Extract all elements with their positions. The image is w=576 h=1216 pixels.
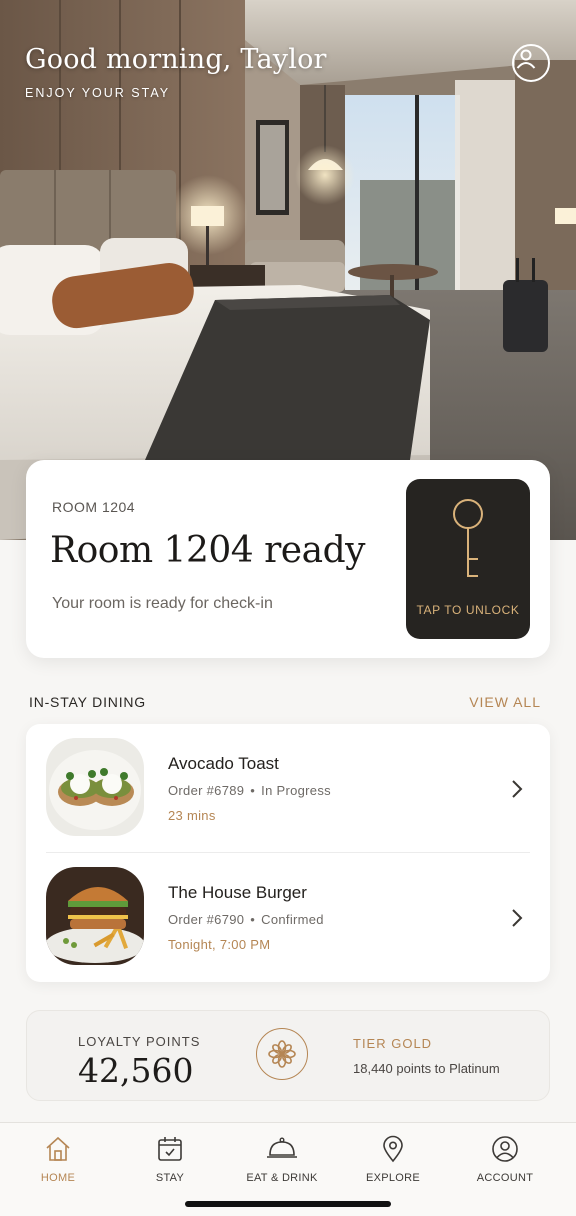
tab-account[interactable]: ACCOUNT — [450, 1135, 560, 1191]
house-burger-photo — [46, 867, 144, 965]
tier-label: TIER GOLD — [353, 1036, 433, 1051]
room-status-text: Your room is ready for check-in — [52, 595, 273, 612]
greeting-title: Good morning, Taylor — [25, 44, 327, 75]
separator-dot: • — [250, 912, 256, 927]
loyalty-points-label: LOYALTY POINTS — [78, 1034, 201, 1049]
order-status: In Progress — [261, 783, 331, 798]
order-item-name: Avocado Toast — [168, 754, 279, 773]
cloche-icon — [267, 1137, 297, 1158]
home-indicator — [185, 1201, 391, 1207]
hotel-room-illustration — [0, 0, 576, 540]
tier-progress-text: 18,440 points to Platinum — [353, 1061, 500, 1076]
order-meta: Order #6789 • In Progress — [168, 783, 331, 798]
chevron-right-icon — [512, 909, 523, 927]
view-all-link[interactable]: VIEW ALL — [469, 694, 541, 710]
user-icon — [516, 49, 536, 69]
calendar-icon — [158, 1137, 182, 1161]
key-icon — [453, 499, 483, 577]
order-row[interactable]: The House Burger Order #6790 • Confirmed T… — [26, 853, 550, 981]
loyalty-emblem — [256, 1028, 308, 1080]
room-number-label: ROOM 1204 — [52, 499, 136, 515]
tab-label: STAY — [155, 1172, 185, 1184]
avocado-toast-image — [46, 738, 144, 836]
tab-label: EXPLORE — [365, 1172, 421, 1184]
order-eta: Tonight, 7:00 PM — [168, 937, 271, 952]
user-circle-icon — [492, 1136, 518, 1162]
house-burger-image — [46, 867, 144, 965]
order-eta: 23 mins — [168, 808, 216, 823]
loyalty-card[interactable]: LOYALTY POINTS 42,560 TIER GOLD 18,440 p… — [26, 1010, 550, 1101]
dining-section-title: IN-STAY DINING — [29, 694, 146, 710]
order-item-name: The House Burger — [168, 883, 307, 902]
dining-orders-card: Avocado Toast Order #6789 • In Progress 23… — [26, 724, 550, 982]
tab-stay[interactable]: STAY — [115, 1135, 225, 1191]
tab-home[interactable]: HOME — [3, 1135, 113, 1191]
hero-image: Good morning, Taylor ENJOY YOUR STAY — [0, 0, 576, 540]
separator-dot: • — [250, 783, 256, 798]
avocado-toast-photo — [46, 738, 144, 836]
loyalty-points-value: 42,560 — [78, 1051, 194, 1090]
unlock-button-label: TAP TO UNLOCK — [416, 603, 520, 617]
tab-label: HOME — [40, 1172, 76, 1184]
flower-emblem-icon — [268, 1040, 296, 1068]
tab-eat-drink[interactable]: EAT & DRINK — [227, 1135, 337, 1191]
unlock-room-button[interactable]: TAP TO UNLOCK — [406, 479, 530, 639]
greeting-subtitle: ENJOY YOUR STAY — [25, 86, 171, 100]
home-icon — [46, 1136, 70, 1161]
room-ready-title: Room 1204 ready — [50, 530, 365, 571]
order-status: Confirmed — [261, 912, 324, 927]
tab-explore[interactable]: EXPLORE — [338, 1135, 448, 1191]
chevron-right-icon — [512, 780, 523, 798]
room-card: ROOM 1204 Room 1204 ready Your room is r… — [26, 460, 550, 658]
order-row[interactable]: Avocado Toast Order #6789 • In Progress 23… — [26, 724, 550, 852]
tab-label: EAT & DRINK — [246, 1172, 318, 1184]
order-number: Order #6790 — [168, 912, 245, 927]
tab-label: ACCOUNT — [476, 1172, 534, 1184]
map-pin-icon — [383, 1135, 403, 1163]
profile-button[interactable] — [512, 44, 550, 82]
order-meta: Order #6790 • Confirmed — [168, 912, 324, 927]
order-number: Order #6789 — [168, 783, 245, 798]
